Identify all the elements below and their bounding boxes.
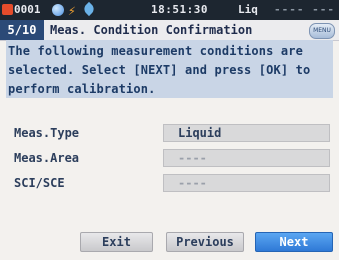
instruction-message: The following measurement conditions are… [6, 40, 333, 98]
meas-type-value: Liquid [163, 124, 330, 142]
moon-icon [52, 4, 64, 16]
meas-area-value: ---- [163, 149, 330, 167]
page-title: Meas. Condition Confirmation [50, 23, 253, 37]
device-screen: 0001 ⚡ 18:51:30 Liq ---- ---- 5/10 Meas.… [0, 0, 339, 260]
previous-button[interactable]: Previous [166, 232, 244, 252]
clock-time: 18:51:30 [151, 3, 208, 16]
sci-sce-value: ---- [163, 174, 330, 192]
menu-icon[interactable]: MENU [309, 23, 335, 39]
screen-title-bar: 5/10 Meas. Condition Confirmation MENU [0, 20, 339, 41]
bolt-icon: ⚡ [68, 4, 76, 19]
page-indicator: 5/10 [0, 20, 44, 40]
sample-counter: 0001 [14, 3, 41, 16]
sci-sce-label: SCI/SCE [14, 176, 65, 190]
status-bar: 0001 ⚡ 18:51:30 Liq ---- ---- [0, 0, 339, 36]
meas-area-label: Meas.Area [14, 151, 80, 165]
measure-mode: Liq [238, 3, 258, 16]
stop-icon [2, 4, 13, 15]
next-button[interactable]: Next [255, 232, 333, 252]
exit-button[interactable]: Exit [80, 232, 153, 252]
meas-type-label: Meas.Type [14, 126, 80, 140]
leaf-icon [81, 1, 97, 17]
